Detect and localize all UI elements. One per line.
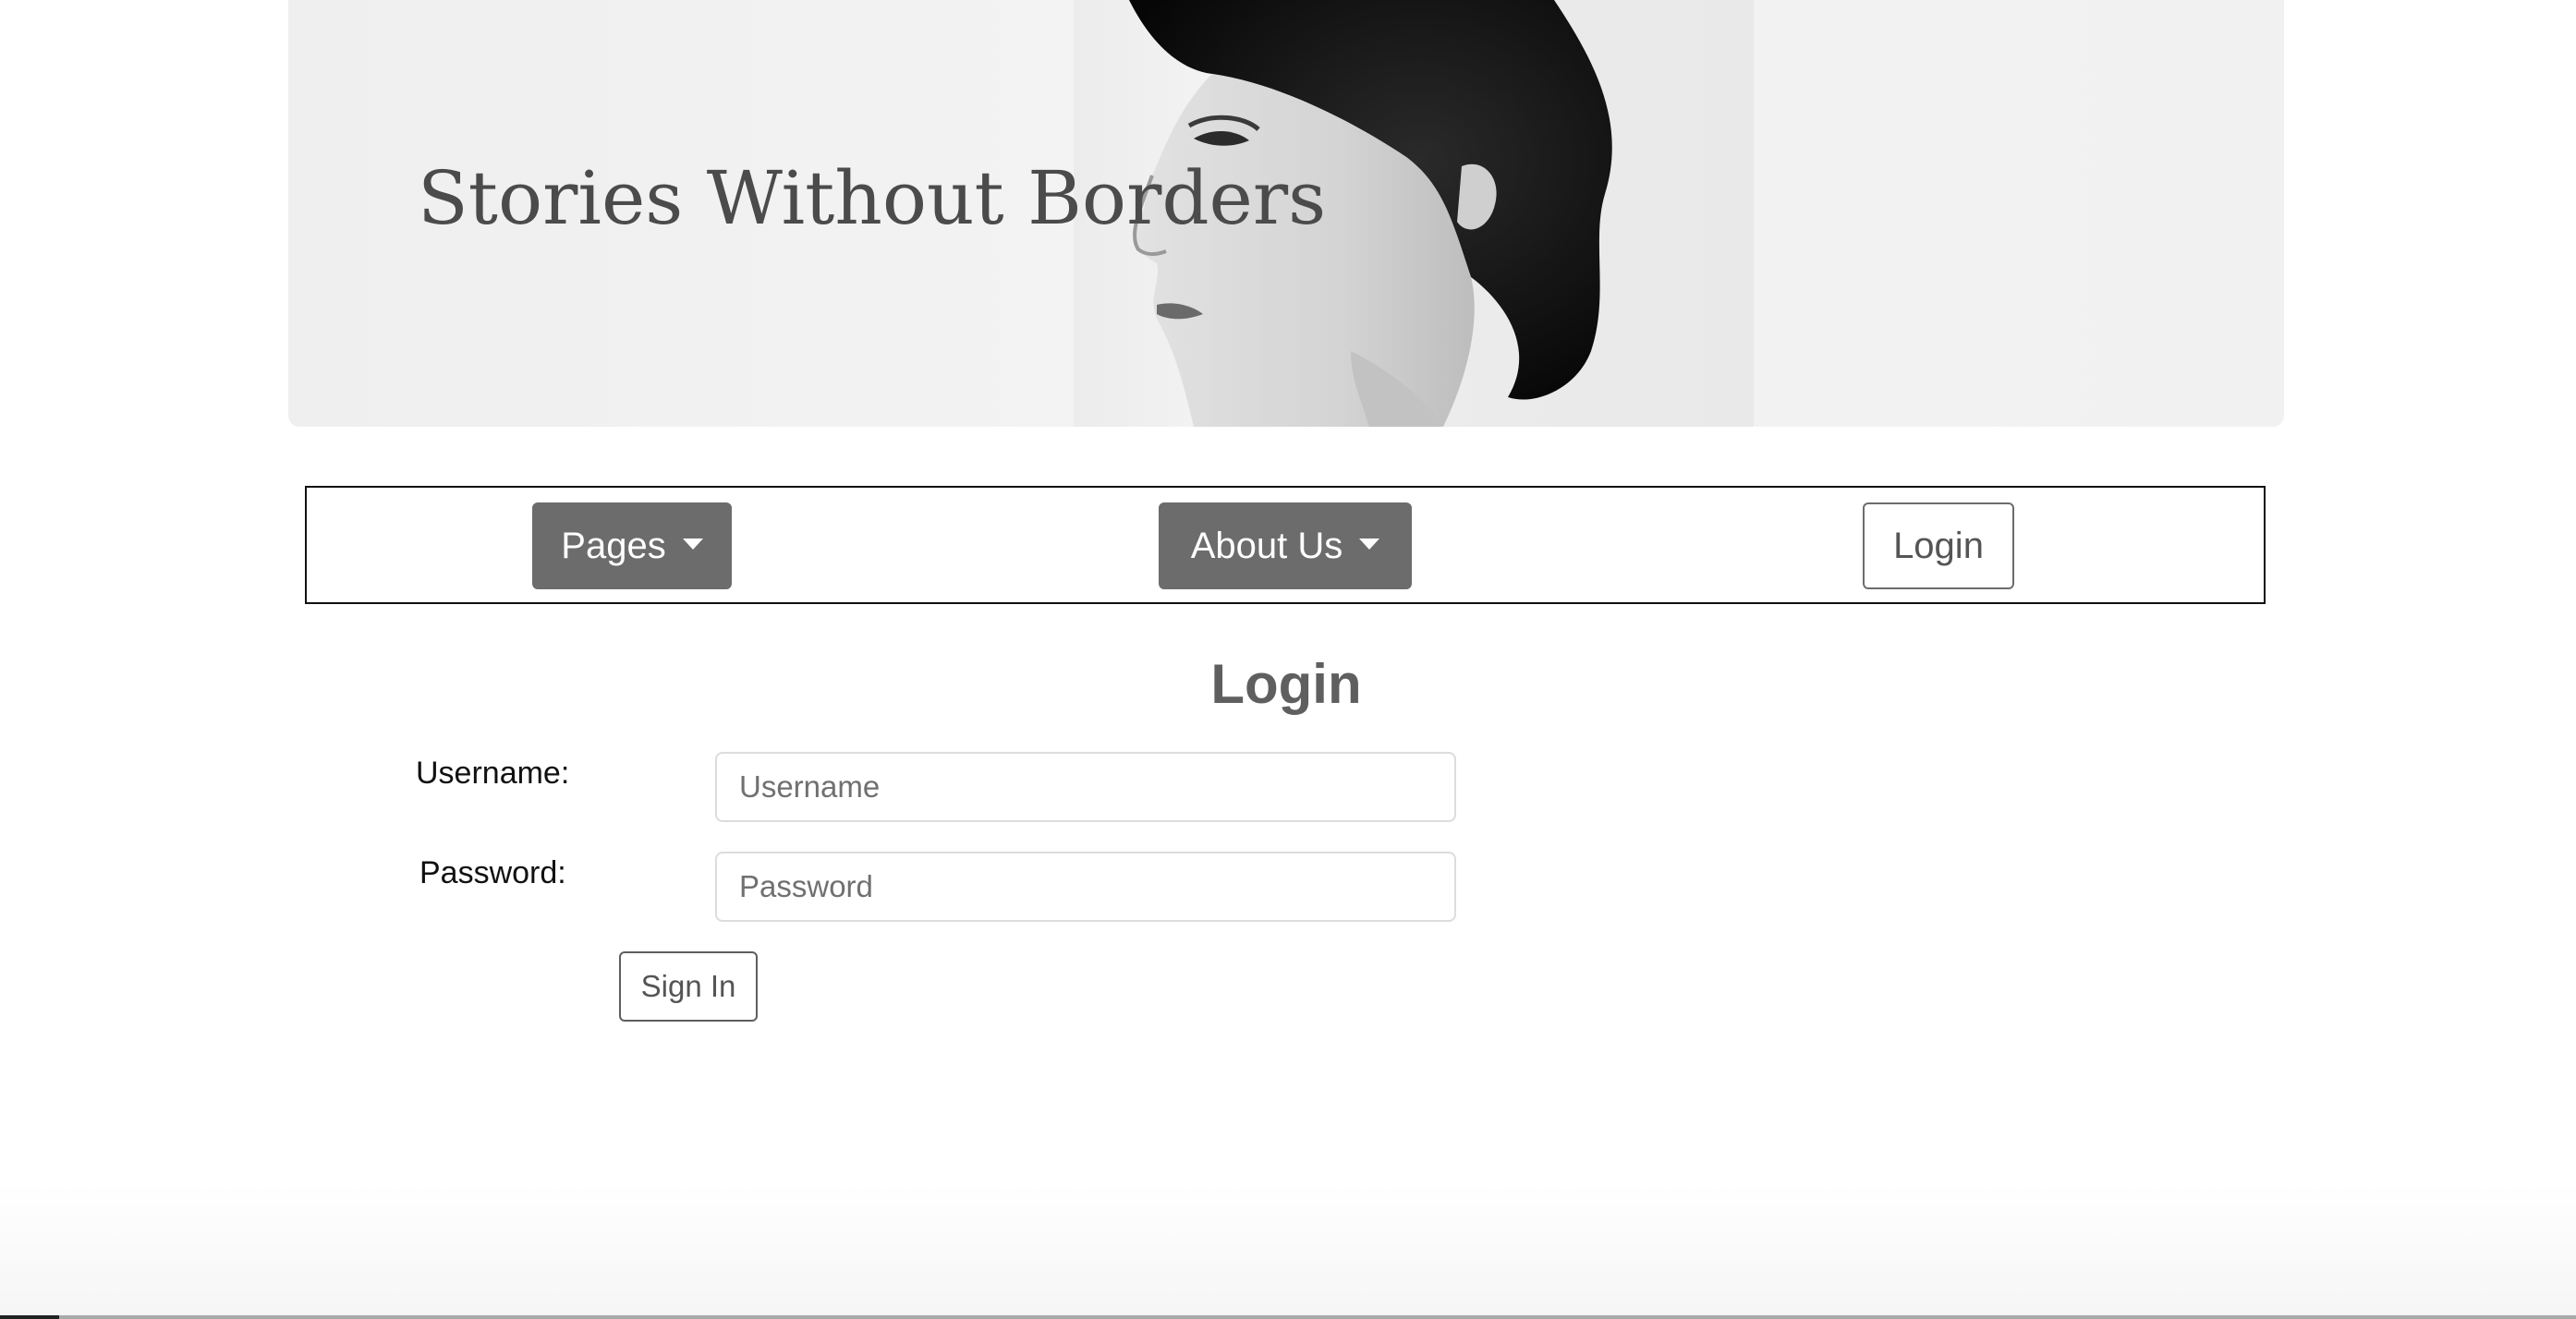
username-input[interactable]	[715, 752, 1456, 822]
window-bottom-corner	[0, 1315, 59, 1319]
nav-login-button[interactable]: Login	[1863, 502, 2014, 589]
login-heading-text: Login	[1210, 653, 1362, 715]
about-us-dropdown-label: About Us	[1190, 525, 1343, 566]
pages-dropdown-button[interactable]: Pages	[532, 502, 732, 589]
header-banner: Stories Without Borders	[288, 0, 2284, 427]
caret-down-icon	[682, 538, 703, 550]
window-bottom-edge	[0, 1315, 2576, 1319]
pages-dropdown-label: Pages	[561, 525, 666, 566]
page: Stories Without Borders Pages About Us L…	[0, 0, 2576, 1319]
main-navbar: Pages About Us Login	[305, 486, 2266, 604]
login-heading: Login	[0, 652, 2576, 716]
password-label: Password:	[419, 855, 566, 890]
about-us-dropdown-button[interactable]: About Us	[1159, 502, 1412, 589]
site-title: Stories Without Borders	[418, 155, 1327, 241]
password-input[interactable]	[715, 852, 1456, 922]
nav-login-label: Login	[1893, 525, 1984, 566]
caret-down-icon	[1359, 538, 1380, 550]
username-label: Username:	[416, 756, 570, 791]
sign-in-button[interactable]: Sign In	[619, 951, 758, 1022]
